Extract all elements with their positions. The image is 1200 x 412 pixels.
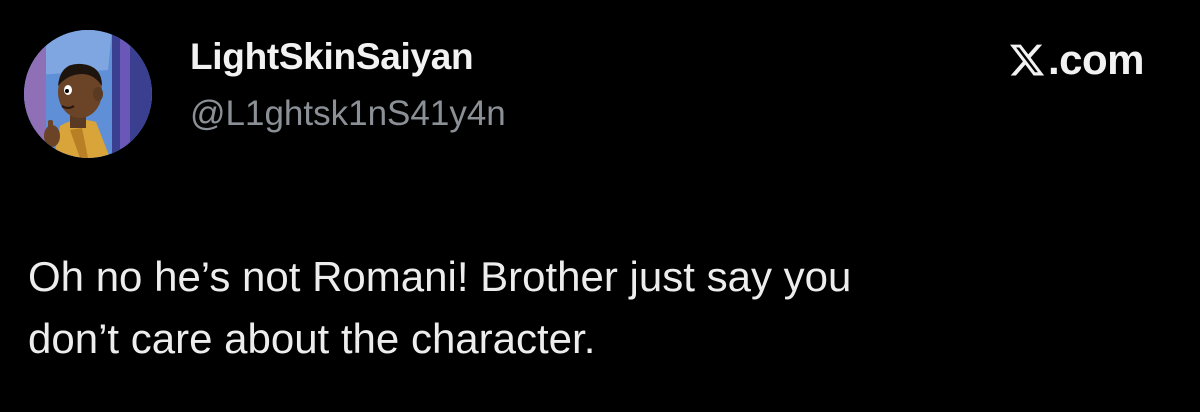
x-logo-icon bbox=[1009, 44, 1045, 76]
brand-watermark: .com bbox=[1008, 36, 1145, 84]
tweet-text-line: don’t care about the character. bbox=[28, 315, 596, 362]
tweet-text: Oh no he’s not Romani! Brother just say … bbox=[28, 246, 1148, 370]
author-display-name[interactable]: LightSkinSaiyan bbox=[190, 36, 474, 78]
avatar[interactable] bbox=[24, 30, 152, 158]
tweet-text-line: Oh no he’s not Romani! Brother just say … bbox=[28, 253, 852, 300]
author-handle[interactable]: @L1ghtsk1nS41y4n bbox=[190, 94, 506, 134]
brand-domain-text: .com bbox=[1047, 36, 1145, 83]
tweet-card: LightSkinSaiyan @L1ghtsk1nS41y4n .com Oh… bbox=[0, 0, 1200, 412]
cartoon-avatar-icon bbox=[24, 30, 152, 158]
